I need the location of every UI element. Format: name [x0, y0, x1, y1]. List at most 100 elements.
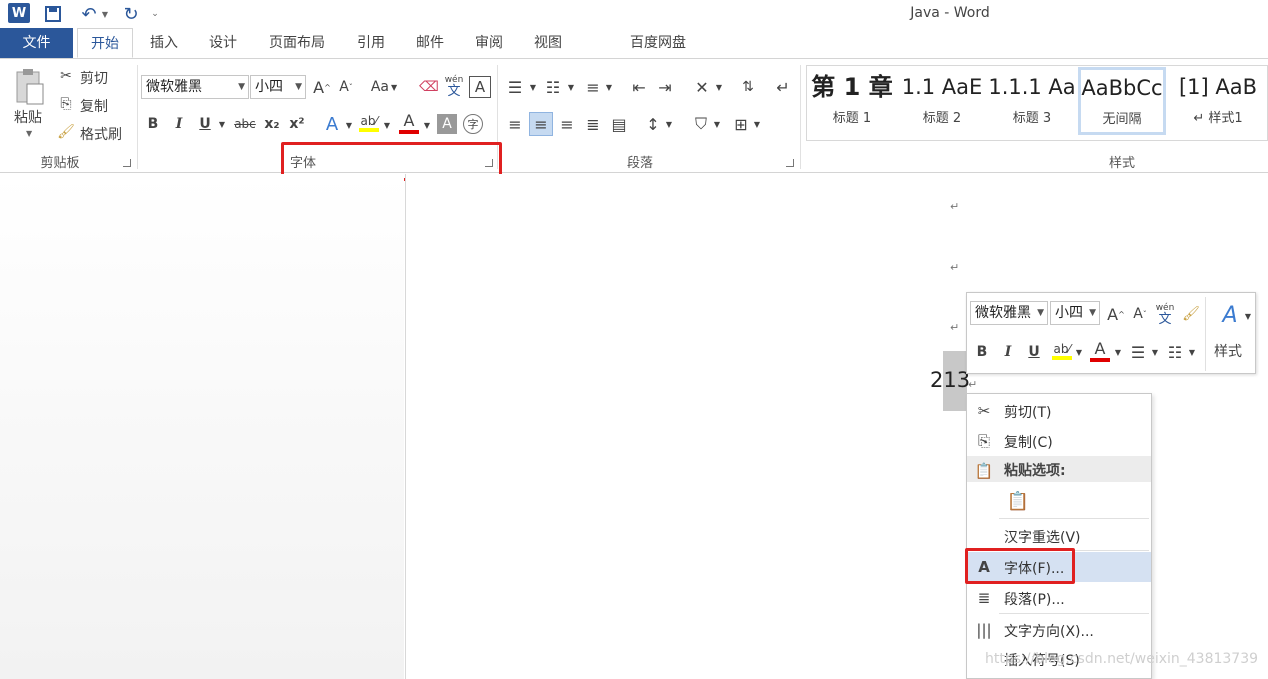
strikethrough-button[interactable]: abc [231, 113, 259, 135]
menu-item-reconvert[interactable]: 汉字重选(V) [967, 521, 1151, 551]
grow-font-icon[interactable]: A ^ [1106, 303, 1126, 325]
tab-baidu-netdisk[interactable]: 百度网盘 [618, 28, 698, 58]
align-right-icon[interactable]: ≡ [556, 113, 578, 135]
paste-icon[interactable] [12, 67, 46, 107]
character-border-icon[interactable]: A [469, 76, 491, 98]
sort-icon[interactable]: ⇅ [737, 76, 759, 98]
copy-button[interactable]: 复制 [80, 96, 108, 116]
paragraph-launcher-icon[interactable] [786, 159, 794, 167]
bullets-dropdown-icon[interactable]: ▼ [1150, 343, 1160, 361]
numbering-icon[interactable]: ☷ [542, 76, 564, 98]
borders-dropdown-icon[interactable]: ▼ [752, 115, 762, 133]
superscript-button[interactable]: x² [286, 113, 308, 135]
asian-layout-icon[interactable]: ✕ [690, 76, 714, 98]
styles-icon[interactable]: A [1215, 301, 1245, 329]
styles-dropdown-icon[interactable]: ▼ [1243, 307, 1253, 325]
shrink-font-icon[interactable]: Aˇ [1130, 303, 1150, 325]
menu-item-paragraph[interactable]: ≣ 段落(P)... [967, 583, 1151, 613]
distributed-icon[interactable]: ▤ [608, 113, 630, 135]
subscript-button[interactable]: x₂ [261, 113, 283, 135]
text-effects-dropdown-icon[interactable]: ▼ [344, 115, 354, 135]
highlight-color-icon[interactable]: ab⁄ [1050, 339, 1074, 363]
undo-icon[interactable]: ↶ [76, 4, 102, 25]
change-case-button[interactable]: Aa ▼ [368, 76, 400, 98]
phonetic-guide-icon[interactable]: wén 文 [443, 73, 465, 99]
character-shading-icon[interactable]: A [437, 114, 457, 134]
increase-indent-icon[interactable]: ⇥ [654, 76, 676, 98]
numbering-icon[interactable]: ☷ [1164, 341, 1186, 363]
bold-button[interactable]: B [143, 113, 163, 135]
bullets-dropdown-icon[interactable]: ▼ [528, 78, 538, 96]
multilevel-list-icon[interactable]: ≡ [582, 76, 604, 98]
menu-item-cut[interactable]: ✂ 剪切(T) [967, 396, 1151, 426]
highlight-color-icon[interactable]: ab⁄ [357, 111, 381, 135]
underline-dropdown-icon[interactable]: ▼ [217, 113, 227, 135]
highlight-dropdown-icon[interactable]: ▼ [382, 115, 392, 135]
enclose-character-icon[interactable]: 字 [463, 114, 483, 134]
underline-button[interactable]: U [195, 113, 215, 135]
bullets-icon[interactable]: ☰ [1127, 341, 1149, 363]
mini-styles-label[interactable]: 样式 [1214, 341, 1242, 361]
style-no-spacing[interactable]: AaBbCc 无间隔 [1078, 67, 1166, 135]
tab-view[interactable]: 视图 [524, 28, 572, 58]
text-effects-icon[interactable]: A [320, 113, 344, 135]
save-icon[interactable] [42, 4, 64, 24]
paste-dropdown-icon[interactable]: ▼ [26, 129, 32, 138]
phonetic-guide-icon[interactable]: wén 文 [1154, 302, 1176, 326]
style-heading-3[interactable]: 1.1.1 Aa 标题 3 [988, 69, 1076, 133]
selected-text[interactable]: 213 [930, 368, 970, 392]
format-painter-button[interactable]: 格式刷 [80, 124, 122, 144]
italic-button[interactable]: I [169, 113, 189, 135]
shrink-font-icon[interactable]: Aˇ [336, 76, 356, 98]
menu-item-copy[interactable]: ⎘ 复制(C) [967, 426, 1151, 456]
tab-mailings[interactable]: 邮件 [406, 28, 454, 58]
tab-insert[interactable]: 插入 [140, 28, 188, 58]
font-color-icon[interactable]: A [397, 111, 421, 135]
undo-dropdown-icon[interactable]: ▼ [100, 4, 110, 24]
mini-font-size-dropdown[interactable]: 小四 ▼ [1050, 301, 1100, 325]
underline-button[interactable]: U [1024, 341, 1044, 363]
mini-font-name-dropdown[interactable]: 微软雅黑 ▼ [970, 301, 1048, 325]
tab-layout[interactable]: 页面布局 [258, 28, 336, 58]
multilevel-dropdown-icon[interactable]: ▼ [604, 78, 614, 96]
asian-layout-dropdown-icon[interactable]: ▼ [714, 78, 724, 96]
clear-formatting-icon[interactable]: ⌫ [418, 76, 440, 98]
style-custom-1[interactable]: [1] AaB ↵ 样式1 [1170, 69, 1266, 133]
tab-review[interactable]: 审阅 [465, 28, 513, 58]
font-color-dropdown-icon[interactable]: ▼ [422, 115, 432, 135]
numbering-dropdown-icon[interactable]: ▼ [566, 78, 576, 96]
clipboard-launcher-icon[interactable] [123, 159, 131, 167]
borders-icon[interactable]: ⊞ [730, 113, 752, 135]
paste-button[interactable]: 粘贴 [14, 107, 42, 127]
tab-home[interactable]: 开始 [77, 28, 133, 58]
align-left-icon[interactable]: ≡ [504, 113, 526, 135]
bold-button[interactable]: B [972, 341, 992, 363]
align-center-icon[interactable]: ≡ [529, 112, 553, 136]
decrease-indent-icon[interactable]: ⇤ [628, 76, 650, 98]
font-name-dropdown[interactable]: 微软雅黑 ▼ [141, 75, 249, 99]
redo-icon[interactable]: ↻ [120, 4, 142, 25]
customize-quick-access-icon[interactable]: ⌄ [148, 4, 162, 24]
font-color-icon[interactable]: A [1088, 339, 1112, 363]
bullets-icon[interactable]: ☰ [504, 76, 526, 98]
show-marks-icon[interactable]: ↵ [772, 76, 794, 98]
style-heading-1[interactable]: 第 1 章 标题 1 [808, 69, 896, 133]
line-spacing-dropdown-icon[interactable]: ▼ [664, 115, 674, 133]
numbering-dropdown-icon[interactable]: ▼ [1187, 343, 1197, 361]
tab-file[interactable]: 文件 [0, 28, 73, 58]
shading-icon[interactable]: ⛉ [690, 113, 712, 135]
tab-design[interactable]: 设计 [199, 28, 247, 58]
tab-references[interactable]: 引用 [347, 28, 395, 58]
italic-button[interactable]: I [998, 341, 1018, 363]
paste-keep-text-icon[interactable]: 📋 [1005, 488, 1031, 514]
grow-font-icon[interactable]: A ^ [312, 76, 332, 98]
menu-item-text-direction[interactable]: ||| 文字方向(X)... [967, 615, 1151, 645]
cut-button[interactable]: 剪切 [80, 68, 108, 88]
line-spacing-icon[interactable]: ↕ [642, 113, 664, 135]
shading-dropdown-icon[interactable]: ▼ [712, 115, 722, 133]
highlight-dropdown-icon[interactable]: ▼ [1074, 343, 1084, 361]
word-logo-icon[interactable]: W [8, 3, 30, 23]
justify-icon[interactable]: ≣ [582, 113, 604, 135]
format-painter-icon[interactable]: 🖌 [1180, 303, 1202, 325]
font-size-dropdown[interactable]: 小四 ▼ [250, 75, 306, 99]
